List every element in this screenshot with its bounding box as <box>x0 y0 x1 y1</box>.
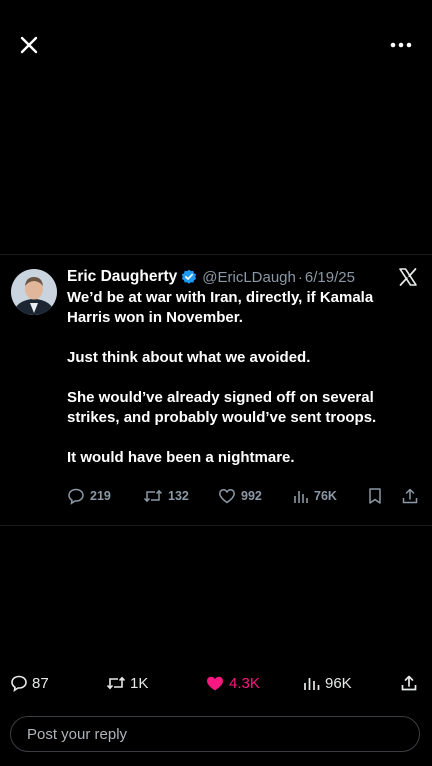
share-button[interactable] <box>400 674 418 692</box>
tweet-date: 6/19/25 <box>304 268 355 286</box>
reply-input[interactable] <box>25 724 419 744</box>
reply-icon <box>68 488 84 505</box>
close-button[interactable] <box>14 30 44 60</box>
tweet-paragraph: Just think about what we avoided. <box>67 349 311 366</box>
tweet-view-count: 76K <box>314 489 337 503</box>
tweet-paragraph: We’d be at war with Iran, directly, if K… <box>67 289 374 326</box>
share-icon <box>401 675 417 691</box>
tweet-action-row: 219 132 992 76K <box>67 485 419 507</box>
repost-icon <box>143 489 163 503</box>
repost-count: 1K <box>130 674 149 692</box>
reply-count: 87 <box>32 674 49 692</box>
reply-input-container[interactable] <box>10 716 420 752</box>
tweet-reply-action: 219 <box>67 487 111 505</box>
verified-badge-icon <box>181 269 197 285</box>
repost-icon <box>106 676 126 690</box>
repost-button[interactable]: 1K <box>106 674 148 692</box>
views-icon <box>304 678 320 690</box>
views-icon <box>294 491 308 503</box>
views-button[interactable]: 96K <box>303 675 352 692</box>
tweet-paragraph: It would have been a nightmare. <box>67 449 295 466</box>
x-logo-icon <box>398 267 418 287</box>
author-handle[interactable]: @EricLDaugh <box>202 269 296 286</box>
tweet-header: Eric Daugherty @EricLDaugh · 6/19/25 <box>67 266 418 288</box>
heart-icon <box>219 489 235 504</box>
heart-filled-icon <box>207 676 223 691</box>
tweet-repost-count: 132 <box>168 489 189 503</box>
view-count: 96K <box>325 674 352 692</box>
avatar <box>11 269 57 315</box>
more-horizontal-icon <box>390 42 412 48</box>
more-options-button[interactable] <box>384 30 418 60</box>
tweet-bookmark-action <box>367 487 383 505</box>
tweet-share-action <box>401 487 419 505</box>
tweet-text: We’d be at war with Iran, directly, if K… <box>67 288 417 488</box>
tweet-reply-count: 219 <box>90 489 111 503</box>
header-separator: · <box>297 268 303 286</box>
like-count: 4.3K <box>229 674 260 692</box>
close-icon <box>20 36 38 54</box>
share-icon <box>402 488 418 504</box>
reply-icon <box>11 675 27 692</box>
tweet-screenshot-media[interactable]: Eric Daugherty @EricLDaugh · 6/19/25 We’… <box>0 254 432 526</box>
media-viewer-screen: Eric Daugherty @EricLDaugh · 6/19/25 We’… <box>0 0 432 766</box>
engagement-bar: 87 1K 4.3K 96K <box>0 668 432 698</box>
tweet-views-action: 76K <box>293 488 337 504</box>
tweet-paragraph: She would’ve already signed off on sever… <box>67 389 377 426</box>
author-name[interactable]: Eric Daugherty <box>67 268 177 286</box>
tweet-like-action: 992 <box>218 487 262 505</box>
bookmark-icon <box>369 488 381 504</box>
tweet-like-count: 992 <box>241 489 262 503</box>
like-button[interactable]: 4.3K <box>205 674 260 692</box>
tweet-repost-action: 132 <box>143 487 189 505</box>
reply-button[interactable]: 87 <box>10 674 49 692</box>
